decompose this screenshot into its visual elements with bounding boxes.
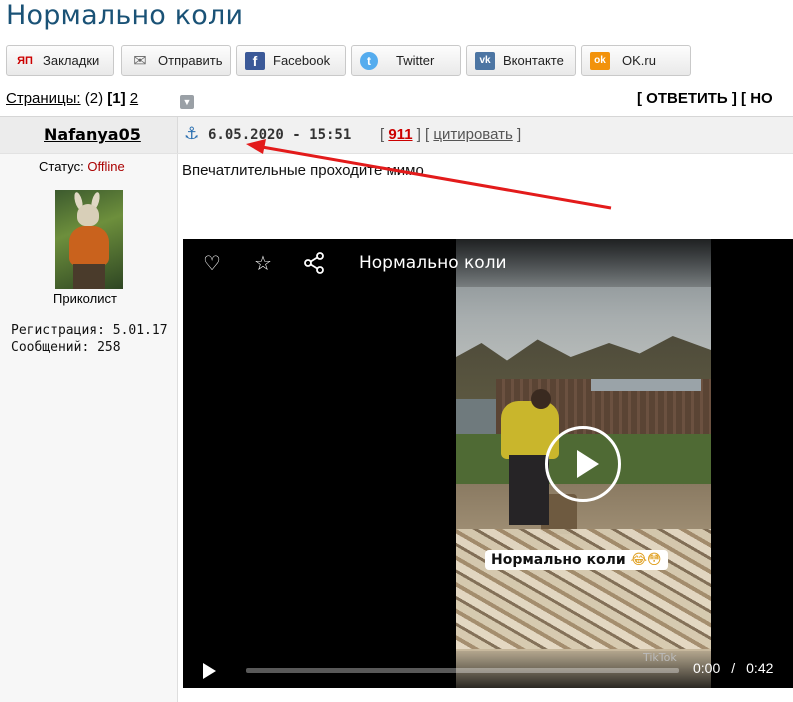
- post-date: 6.05.2020 - 15:51: [208, 127, 352, 143]
- duration: 0:42: [746, 660, 774, 676]
- current-time: 0:00: [693, 660, 721, 676]
- avatar[interactable]: [55, 190, 123, 289]
- share-button-label: Facebook: [273, 53, 331, 68]
- reply-actions[interactable]: [ ОТВЕТИТЬ ] [ НО: [637, 90, 773, 107]
- vk-icon: vk: [475, 51, 495, 70]
- post-body-text: Впечатлительные проходите мимо: [182, 162, 424, 179]
- caption-emoji: 😂😳: [630, 552, 662, 568]
- share-icon[interactable]: [303, 252, 325, 274]
- share-button-label: Вконтакте: [503, 53, 564, 68]
- post-meta: [ 911 ] [ цитировать ]: [380, 126, 522, 143]
- page-title: Нормально коли: [6, 0, 244, 31]
- share-button-twitter[interactable]: t Twitter: [351, 45, 461, 76]
- video-time: 0:00/0:42: [693, 660, 774, 676]
- video-caption: Нормально коли 😂😳: [485, 550, 668, 570]
- share-button-vk[interactable]: vk Вконтакте: [466, 45, 576, 76]
- share-button-label: Закладки: [43, 53, 100, 68]
- share-button-ok[interactable]: ok OK.ru: [581, 45, 691, 76]
- play-button[interactable]: [203, 663, 216, 679]
- share-button-bookmarks[interactable]: ЯП Закладки: [6, 45, 114, 76]
- post-header: Nafanya05 ⚓ 6.05.2020 - 15:51 [ 911 ] [ …: [0, 116, 793, 154]
- user-rank: Приколист: [53, 291, 117, 306]
- progress-bar[interactable]: [246, 668, 679, 673]
- author-cell: Nafanya05: [0, 117, 178, 153]
- status-value: Offline: [87, 159, 125, 174]
- facebook-icon: f: [245, 51, 265, 70]
- share-toolbar: ЯП Закладки ✉ Отправить f Facebook t Twi…: [6, 45, 793, 77]
- share-button-send[interactable]: ✉ Отправить: [121, 45, 231, 76]
- page-2-link[interactable]: 2: [130, 90, 138, 107]
- user-stats: Регистрация: 5.01.17 Сообщений: 258: [11, 322, 168, 356]
- quote-link[interactable]: цитировать: [433, 126, 512, 143]
- user-status: Статус: Offline: [39, 159, 125, 174]
- odnoklassniki-icon: ok: [590, 51, 610, 70]
- mail-icon: ✉: [133, 52, 147, 70]
- video-title: Нормально коли: [359, 253, 507, 273]
- share-button-label: Отправить: [158, 53, 223, 68]
- author-sidebar: Статус: Offline Приколист Регистрация: 5…: [0, 154, 178, 702]
- yandex-bookmarks-icon: ЯП: [17, 54, 33, 67]
- pagination: Страницы: (2) [1] 2: [6, 90, 138, 107]
- tiktok-watermark: TikTok: [643, 651, 677, 664]
- video-controls: TikTok 0:00/0:42: [183, 651, 793, 688]
- share-button-label: Twitter: [396, 53, 435, 68]
- anchor-icon[interactable]: ⚓: [184, 124, 199, 144]
- author-name-link[interactable]: Nafanya05: [44, 125, 141, 144]
- pages-link[interactable]: Страницы:: [6, 90, 81, 107]
- video-top-bar: ♡ ☆ Нормально коли: [183, 239, 793, 287]
- status-label: Статус:: [39, 159, 84, 174]
- current-page: [1]: [107, 90, 126, 107]
- chevron-down-icon[interactable]: ▼: [180, 95, 194, 109]
- pages-total: (2): [84, 90, 104, 107]
- share-button-facebook[interactable]: f Facebook: [236, 45, 346, 76]
- caption-text: Нормально коли: [491, 552, 626, 568]
- star-icon[interactable]: ☆: [254, 251, 272, 275]
- share-button-label: OK.ru: [622, 53, 656, 68]
- twitter-icon: t: [360, 51, 378, 70]
- video-player[interactable]: Нормально коли 😂😳 ♡ ☆ Нормально коли Tik…: [183, 239, 793, 688]
- play-icon[interactable]: [545, 426, 621, 502]
- registration-date: Регистрация: 5.01.17: [11, 323, 168, 338]
- heart-icon[interactable]: ♡: [203, 251, 221, 275]
- message-count: Сообщений: 258: [11, 340, 121, 355]
- post-number-link[interactable]: 911: [388, 126, 412, 143]
- pagination-bar: Страницы: (2) [1] 2 ▼ [ ОТВЕТИТЬ ] [ НО: [0, 88, 793, 112]
